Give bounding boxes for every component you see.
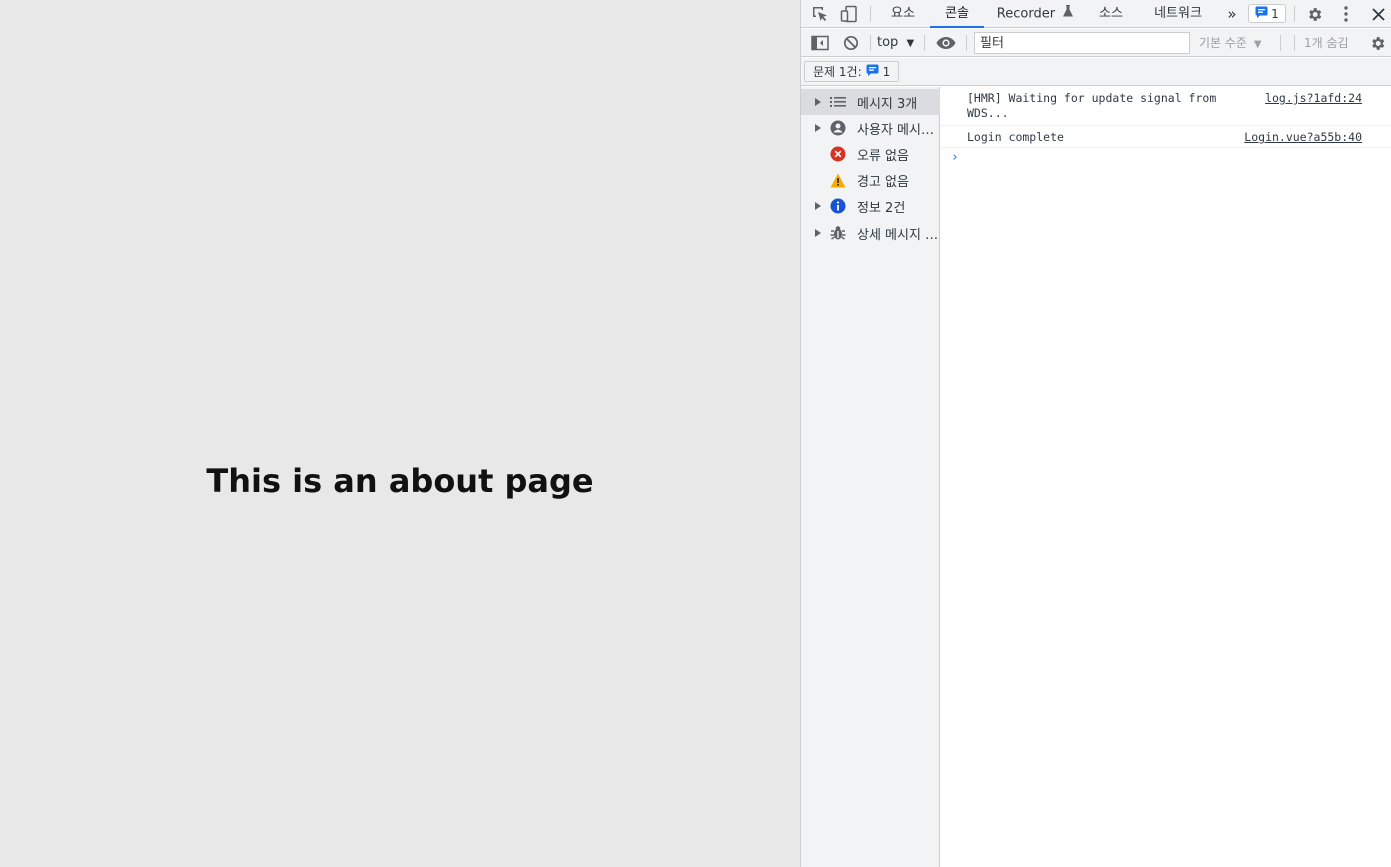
tab-console[interactable]: 콘솔	[930, 0, 984, 28]
log-levels-value: 기본 수준	[1199, 36, 1247, 50]
divider	[1294, 35, 1295, 51]
log-levels-select[interactable]: 기본 수준 ▼	[1199, 29, 1262, 57]
filter-input[interactable]	[974, 32, 1190, 54]
sidebar-item-label: 정보 2건	[857, 200, 906, 216]
expand-arrow-icon[interactable]	[813, 201, 823, 211]
sidebar-item-info[interactable]: 정보 2건	[801, 193, 940, 219]
live-expression-eye-icon[interactable]	[936, 33, 956, 53]
expand-arrow-icon[interactable]	[813, 123, 823, 133]
issues-row: 문제 1건: 1	[801, 58, 1391, 86]
tab-network[interactable]: 네트워크	[1148, 0, 1208, 28]
context-select-value: top	[877, 35, 899, 50]
dropdown-arrow-icon: ▼	[906, 38, 915, 49]
info-icon	[830, 198, 846, 214]
sidebar-item-label: 상세 메시지 없음	[857, 227, 939, 243]
warning-icon	[830, 172, 846, 188]
divider	[1294, 6, 1295, 22]
console-toolbar: top ▼ 기본 수준 ▼ 1개 숨김	[801, 29, 1391, 57]
issues-badge-count: 1	[1271, 6, 1279, 21]
divider	[1280, 35, 1281, 51]
context-select[interactable]: top ▼	[877, 29, 914, 57]
device-toolbar-icon[interactable]	[839, 4, 859, 24]
sidebar-item-label: 오류 없음	[857, 148, 909, 164]
more-options-icon[interactable]	[1336, 4, 1356, 24]
sidebar-toggle-icon[interactable]	[810, 33, 830, 53]
console-settings-gear-icon[interactable]	[1367, 33, 1387, 53]
devtools-tab-bar: 요소 콘솔 Recorder 소스 네트워크 » 1	[801, 0, 1391, 28]
sidebar-item-warnings[interactable]: 경고 없음	[801, 167, 940, 193]
user-icon	[830, 120, 846, 136]
console-prompt-icon[interactable]: ›	[951, 150, 959, 165]
clear-console-icon[interactable]	[841, 33, 861, 53]
hidden-messages-count: 1개 숨김	[1304, 36, 1349, 50]
sidebar-item-verbose[interactable]: 상세 메시지 없음	[801, 220, 940, 246]
divider	[924, 35, 925, 51]
console-sidebar: 메시지 3개 사용자 메시지 없음 오류 없음 경고 없음	[801, 87, 940, 867]
console-message-source-link[interactable]: Login.vue?a55b:40	[1244, 130, 1362, 145]
error-icon	[830, 146, 846, 162]
message-icon	[1255, 6, 1268, 21]
tab-elements[interactable]: 요소	[886, 0, 920, 28]
more-tabs-button[interactable]: »	[1225, 0, 1239, 28]
expand-arrow-icon[interactable]	[813, 97, 823, 107]
sidebar-item-user-messages[interactable]: 사용자 메시지 없음	[801, 115, 940, 141]
expand-arrow-icon[interactable]	[813, 228, 823, 238]
settings-gear-icon[interactable]	[1304, 4, 1324, 24]
sidebar-item-errors[interactable]: 오류 없음	[801, 141, 940, 167]
sidebar-item-messages[interactable]: 메시지 3개	[801, 89, 940, 115]
bug-icon	[830, 225, 846, 241]
close-icon[interactable]	[1368, 4, 1388, 24]
divider	[870, 6, 871, 22]
page-title: This is an about page	[206, 462, 594, 500]
sidebar-item-label: 경고 없음	[857, 174, 909, 190]
inspect-element-icon[interactable]	[810, 4, 830, 24]
issues-label: 문제 1건:	[813, 65, 862, 79]
sidebar-item-label: 사용자 메시지 없음	[857, 122, 939, 138]
console-message: Login complete Login.vue?a55b:40	[941, 126, 1391, 148]
console-messages: [HMR] Waiting for update signal from WDS…	[941, 87, 1391, 867]
tab-recorder-label: Recorder	[996, 6, 1056, 22]
issues-count: 1	[882, 64, 891, 79]
sidebar-item-label: 메시지 3개	[857, 96, 918, 112]
list-icon	[830, 94, 846, 110]
message-icon	[866, 64, 879, 79]
flask-icon	[1063, 0, 1074, 28]
console-message-text: [HMR] Waiting for update signal from WDS…	[967, 91, 1224, 120]
console-message: [HMR] Waiting for update signal from WDS…	[941, 87, 1391, 126]
console-message-text: Login complete	[967, 130, 1064, 144]
divider	[966, 35, 967, 51]
tab-recorder[interactable]: Recorder	[991, 0, 1079, 28]
issues-badge[interactable]: 1	[1248, 4, 1286, 23]
issues-button[interactable]: 문제 1건: 1	[804, 61, 900, 82]
console-message-source-link[interactable]: log.js?1afd:24	[1265, 91, 1362, 106]
tab-sources[interactable]: 소스	[1094, 0, 1128, 28]
web-page: This is an about page	[0, 0, 800, 867]
dropdown-arrow-icon: ▼	[1253, 39, 1262, 50]
divider	[870, 35, 871, 51]
devtools-panel: 요소 콘솔 Recorder 소스 네트워크 » 1 top ▼ 필터 기본 수…	[800, 0, 1391, 867]
